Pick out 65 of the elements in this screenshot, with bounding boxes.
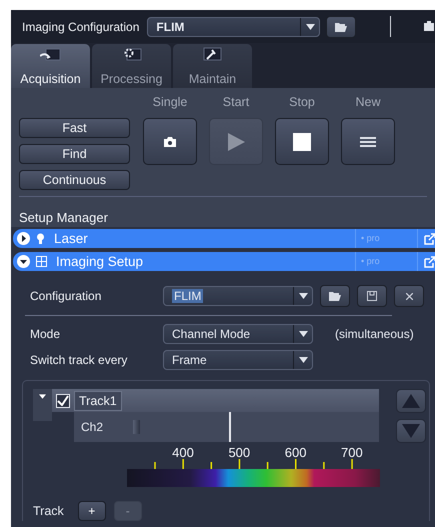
folder-icon [329, 291, 341, 301]
stop-button[interactable] [275, 118, 329, 165]
caret-icon [39, 394, 46, 399]
track-expand-button[interactable] [33, 389, 52, 421]
snap-button[interactable] [143, 118, 197, 165]
camera-icon [163, 136, 177, 148]
bag-icon[interactable] [423, 20, 435, 30]
stop-icon [293, 132, 311, 150]
mode-note: (simultaneous) [335, 327, 414, 341]
expand-icon[interactable] [17, 255, 30, 268]
open-button[interactable] [326, 16, 356, 38]
tab[interactable]: Maintain [173, 44, 252, 88]
config-label: Imaging Configuration [22, 20, 140, 34]
wavelength-marker[interactable] [229, 412, 231, 442]
tab[interactable]: Processing [92, 44, 171, 88]
track-label: Track [33, 504, 64, 518]
config-dropdown[interactable]: FLIM [147, 16, 320, 36]
wrench-icon [202, 47, 223, 61]
field-label: Switch track every [30, 353, 128, 367]
section-title: Setup Manager [11, 202, 435, 227]
delete-button[interactable] [394, 285, 424, 307]
track-name[interactable]: Track1 [74, 390, 122, 410]
switch-track-dropdown[interactable]: Frame [163, 350, 313, 370]
open-button[interactable] [320, 285, 350, 307]
acquire-icon [40, 47, 61, 61]
field-label: Mode [30, 327, 62, 341]
expand-icon[interactable] [17, 232, 30, 245]
scan-mode-button[interactable]: Continuous [19, 170, 130, 190]
wavelength-label: 700 [341, 445, 363, 460]
setup-section-bar[interactable]: Laser • pro [13, 229, 435, 248]
field-label: Configuration [30, 289, 102, 303]
action-label: New [355, 95, 380, 111]
wavelength-label: 600 [284, 445, 306, 460]
play-icon [228, 132, 244, 150]
dropdown-icon [306, 24, 315, 30]
bulb-icon [36, 233, 45, 244]
external-link-icon[interactable] [424, 232, 435, 244]
grid-icon [36, 256, 47, 267]
dropdown-icon [298, 293, 308, 299]
lines-icon [360, 136, 376, 146]
close-icon [406, 292, 412, 300]
folder-icon [335, 22, 348, 32]
setup-section-bar[interactable]: Imaging Setup • pro [13, 252, 435, 271]
scan-mode-button[interactable]: Find [19, 144, 130, 164]
channel-name: Ch2 [81, 420, 104, 434]
dropdown-icon [298, 357, 308, 363]
save-button[interactable] [357, 285, 387, 307]
action-label: Start [222, 95, 250, 111]
wavelength-label: 500 [228, 445, 250, 460]
tab[interactable]: Acquisition [11, 44, 90, 88]
wavelength-label: 400 [172, 445, 194, 460]
save-icon [367, 291, 377, 301]
triangle-icon [402, 394, 420, 408]
triangle-icon [402, 424, 420, 438]
action-label: Single [152, 95, 188, 111]
external-link-icon[interactable] [424, 256, 435, 268]
mode-dropdown[interactable]: Channel Mode [163, 324, 313, 344]
add-track-button[interactable]: + [78, 501, 106, 521]
dropdown-icon [298, 331, 308, 337]
new-button[interactable] [341, 118, 395, 165]
configuration-dropdown[interactable]: FLIM [163, 286, 313, 306]
check-icon [57, 395, 69, 406]
action-label: Stop [289, 95, 315, 111]
track-checkbox[interactable] [56, 394, 70, 408]
scan-mode-button[interactable]: Fast [19, 118, 130, 138]
